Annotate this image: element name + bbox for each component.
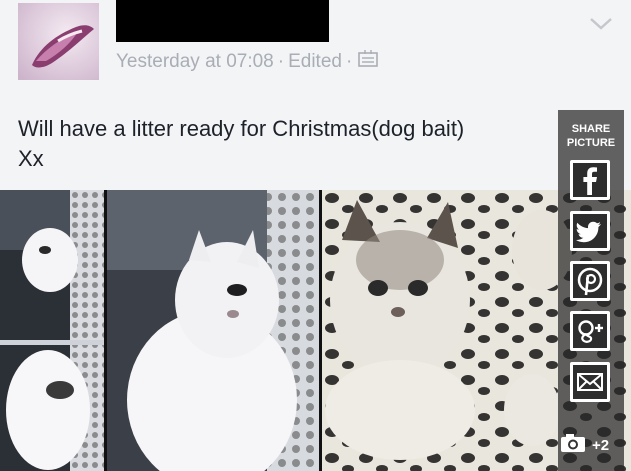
facebook-share-button[interactable] xyxy=(570,160,610,200)
photo-grid xyxy=(0,190,631,471)
more-photos-indicator[interactable]: +2 xyxy=(560,432,609,458)
timestamp-link[interactable]: Yesterday at 07:08 xyxy=(116,51,274,72)
avatar[interactable] xyxy=(18,3,99,80)
post-text-body: Will have a litter ready for Christmas(d… xyxy=(18,116,465,171)
photo-count-label: +2 xyxy=(592,436,610,454)
redacted-author-name xyxy=(116,0,329,42)
post-meta: Yesterday at 07:08 · Edited · xyxy=(116,50,379,74)
chevron-down-icon[interactable] xyxy=(586,13,616,35)
kitten-photo-1[interactable] xyxy=(0,190,104,471)
google-plus-share-button[interactable] xyxy=(570,311,610,351)
kitten-photo-2[interactable] xyxy=(107,190,319,471)
edited-label[interactable]: Edited xyxy=(288,51,342,72)
share-picture-label: SHARE PICTURE xyxy=(566,123,616,149)
meta-separator-2: · xyxy=(345,51,353,73)
facebook-post: Yesterday at 07:08 · Edited · Will have a l… xyxy=(0,0,631,471)
twitter-share-button[interactable] xyxy=(570,211,610,251)
pinterest-share-button[interactable] xyxy=(570,261,610,301)
globe-icon[interactable] xyxy=(358,50,379,74)
post-text: Will have a litter ready for Christmas(d… xyxy=(18,114,578,174)
meta-separator: · xyxy=(277,51,285,73)
camera-icon xyxy=(560,433,586,457)
email-share-button[interactable] xyxy=(570,362,610,402)
share-picture-panel: SHARE PICTURE xyxy=(558,110,624,471)
